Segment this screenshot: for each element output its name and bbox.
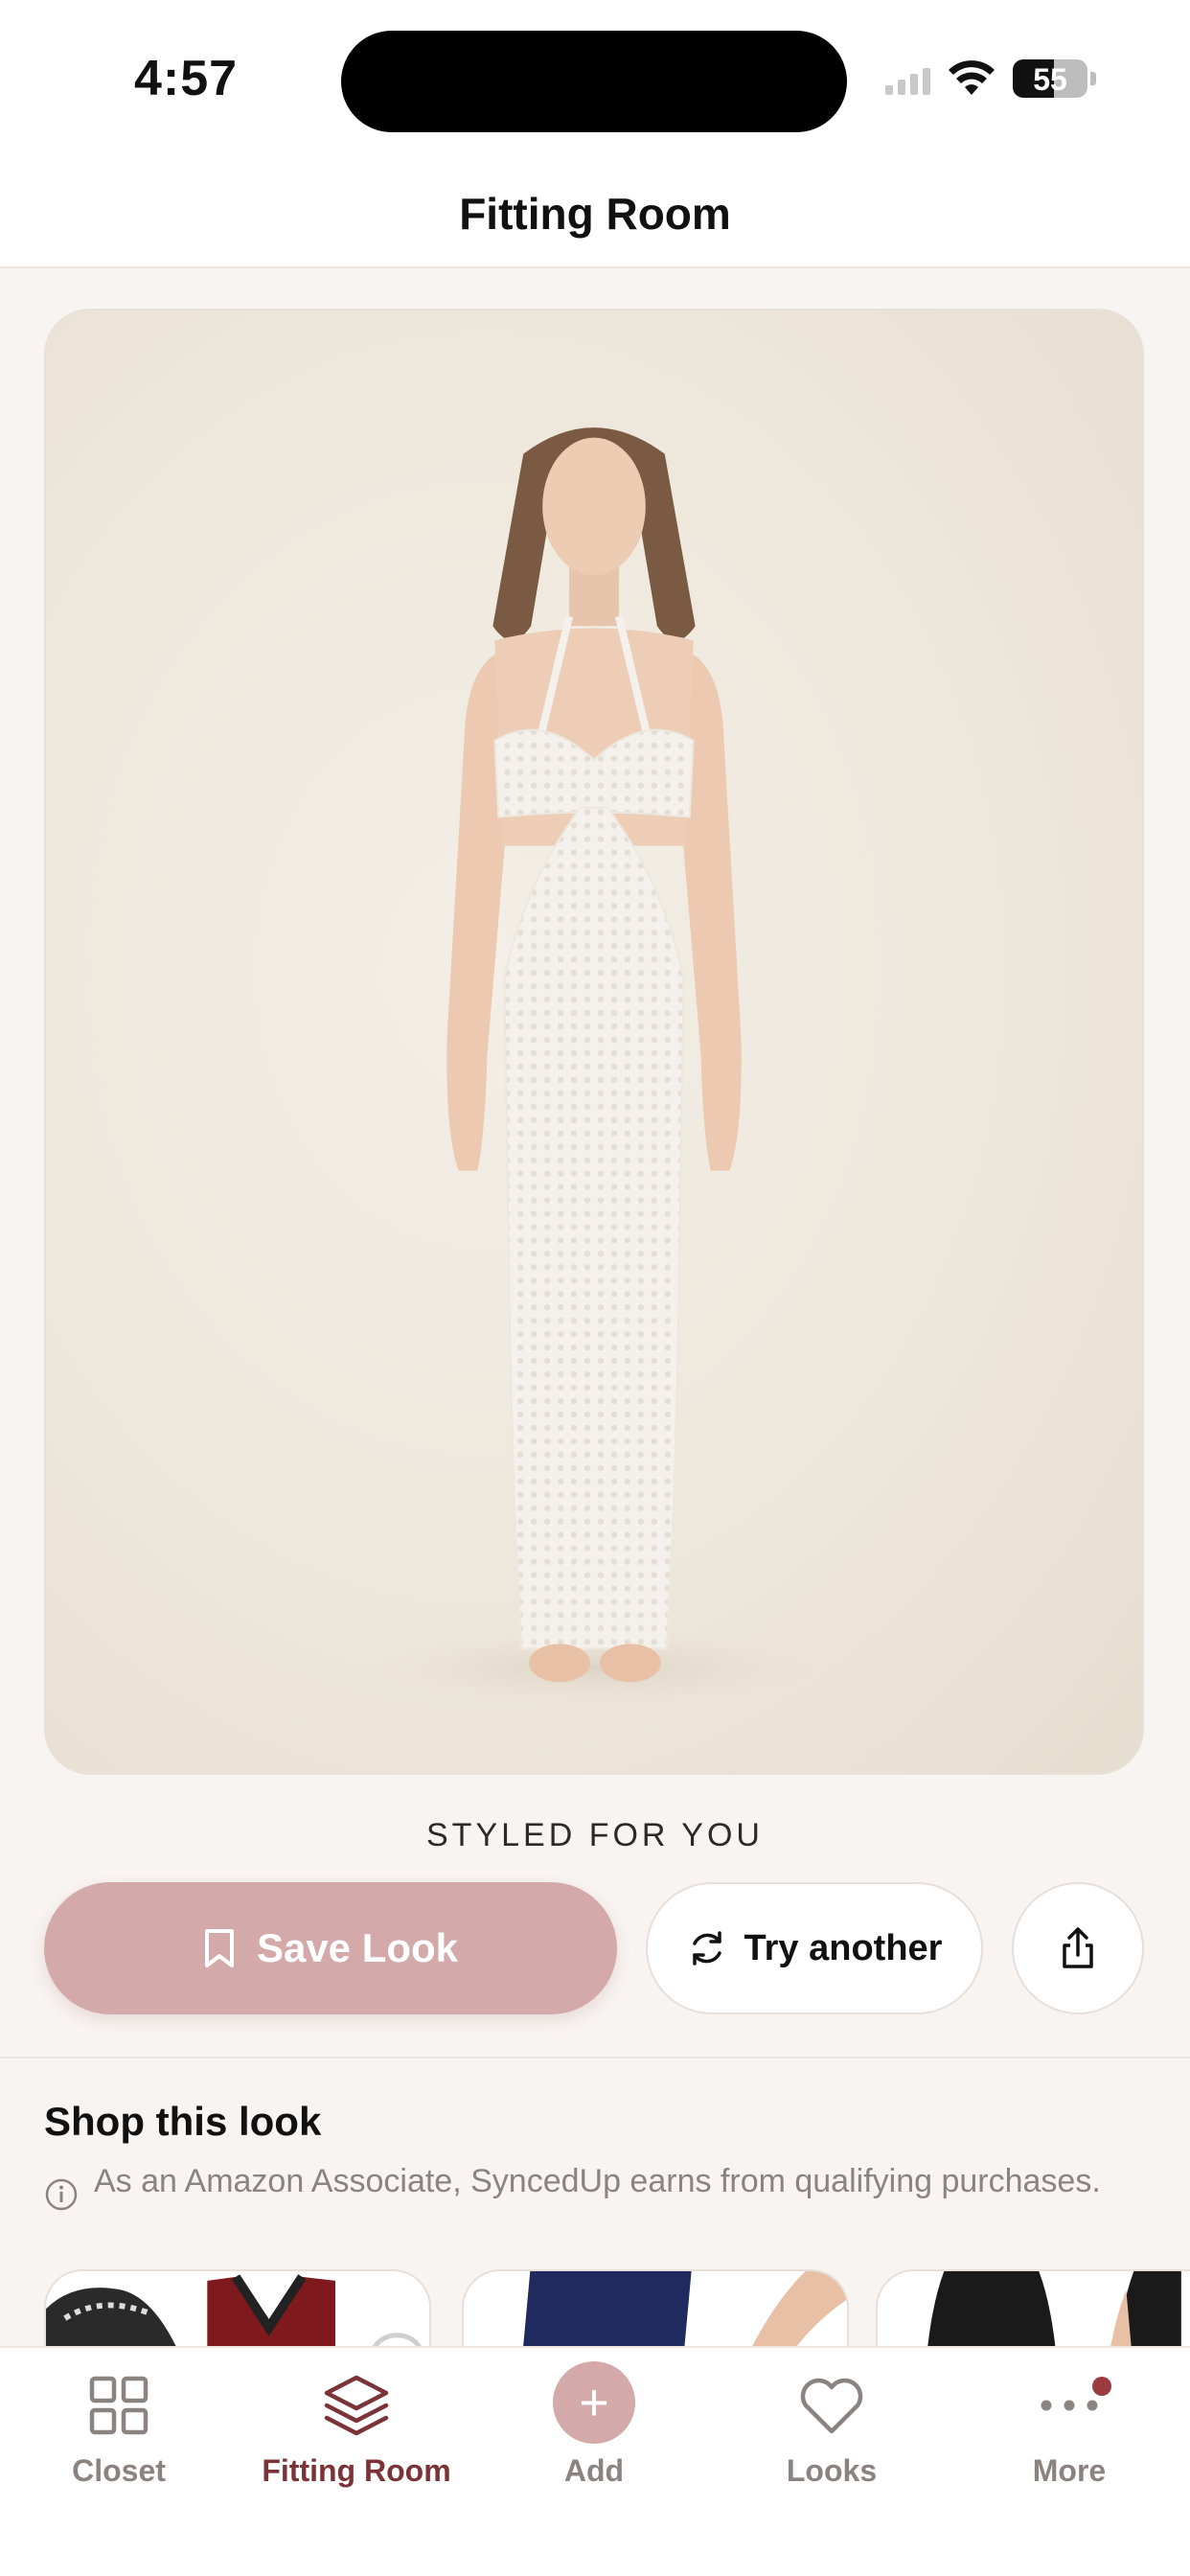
notification-badge: [1092, 2377, 1111, 2396]
tab-label: Fitting Room: [262, 2453, 451, 2488]
tab-label: More: [1032, 2453, 1107, 2488]
bookmark-icon: [204, 1929, 234, 1967]
tab-label: Looks: [786, 2453, 878, 2488]
tab-label: Closet: [72, 2453, 166, 2488]
status-icons: 55: [885, 54, 1096, 104]
tab-fitting-room[interactable]: Fitting Room: [238, 2369, 475, 2513]
refresh-icon: [692, 1931, 721, 1966]
model-illustration: [364, 427, 824, 1707]
navigation-header: Fitting Room: [0, 153, 1190, 268]
tab-more[interactable]: More: [950, 2369, 1188, 2513]
wifi-icon: [949, 60, 995, 95]
try-another-label: Try another: [744, 1927, 943, 1968]
tab-add[interactable]: + Add: [475, 2361, 713, 2513]
try-another-button[interactable]: Try another: [646, 1882, 983, 2014]
plus-icon: +: [553, 2361, 635, 2444]
disclaimer-text: As an Amazon Associate, SyncedUp earns f…: [94, 2163, 1101, 2199]
save-look-label: Save Look: [256, 1925, 459, 1970]
dynamic-island: [341, 31, 847, 132]
info-icon: [45, 2178, 78, 2211]
heart-icon: [800, 2378, 863, 2434]
status-bar: 4:57 55: [0, 0, 1190, 153]
section-divider: [0, 2057, 1190, 2058]
status-time: 4:57: [134, 51, 239, 106]
tab-looks[interactable]: Looks: [713, 2369, 950, 2513]
tab-label: Add: [563, 2453, 625, 2488]
battery-indicator: 55: [1013, 59, 1096, 98]
styled-look-photo[interactable]: [44, 309, 1144, 1775]
battery-level: 55: [1033, 62, 1067, 97]
share-button[interactable]: [1012, 1882, 1144, 2014]
fitting-room-screen: 4:57 55 Fitting Room STYLED FOR YOU Save…: [0, 0, 1190, 2576]
tab-closet[interactable]: Closet: [0, 2369, 238, 2513]
styled-for-you-label: STYLED FOR YOU: [426, 1817, 764, 1853]
tab-bar: Closet Fitting Room + Add Looks More: [0, 2346, 1190, 2576]
cellular-signal-icon: [885, 62, 930, 95]
share-icon: [1063, 1927, 1093, 1968]
battery-icon: 55: [1013, 59, 1087, 98]
page-title: Fitting Room: [459, 189, 731, 239]
grid-icon: [89, 2376, 149, 2435]
layers-icon: [324, 2375, 389, 2436]
more-dots-icon: [1041, 2400, 1098, 2411]
affiliate-disclaimer: As an Amazon Associate, SyncedUp earns f…: [44, 2162, 1117, 2212]
shop-this-look-heading: Shop this look: [44, 2099, 322, 2144]
save-look-button[interactable]: Save Look: [44, 1882, 617, 2014]
